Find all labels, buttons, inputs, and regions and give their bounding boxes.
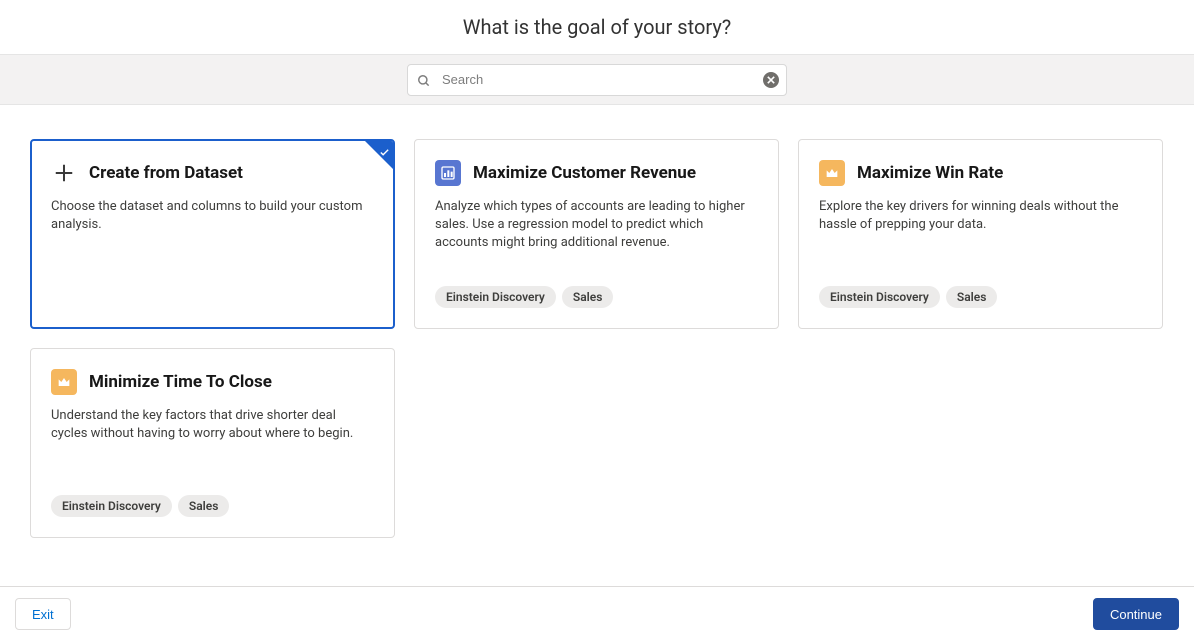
card-title: Maximize Customer Revenue <box>473 163 696 183</box>
chart-icon <box>435 160 461 186</box>
card-title: Create from Dataset <box>89 163 243 183</box>
page-title: What is the goal of your story? <box>463 15 732 39</box>
check-icon <box>379 143 390 162</box>
card-desc: Explore the key drivers for winning deal… <box>819 198 1142 286</box>
card-title: Minimize Time To Close <box>89 372 272 392</box>
card-maximize-customer-revenue[interactable]: Maximize Customer Revenue Analyze which … <box>414 139 779 329</box>
card-maximize-win-rate[interactable]: Maximize Win Rate Explore the key driver… <box>798 139 1163 329</box>
card-tags: Einstein Discovery Sales <box>51 495 374 517</box>
tag: Sales <box>178 495 230 517</box>
card-header: Maximize Customer Revenue <box>435 160 758 186</box>
card-desc: Understand the key factors that drive sh… <box>51 407 374 495</box>
search-icon <box>417 73 431 87</box>
card-desc: Analyze which types of accounts are lead… <box>435 198 758 286</box>
card-title: Maximize Win Rate <box>857 163 1003 183</box>
search-input[interactable] <box>407 64 787 96</box>
plus-icon <box>51 160 77 186</box>
card-minimize-time-to-close[interactable]: Minimize Time To Close Understand the ke… <box>30 348 395 538</box>
card-desc: Choose the dataset and columns to build … <box>51 198 374 308</box>
tag: Sales <box>562 286 614 308</box>
tag: Sales <box>946 286 998 308</box>
card-tags: Einstein Discovery Sales <box>819 286 1142 308</box>
search-wrap <box>407 64 787 96</box>
crown-icon <box>51 369 77 395</box>
tag: Einstein Discovery <box>819 286 940 308</box>
card-header: Create from Dataset <box>51 160 374 186</box>
clear-icon[interactable] <box>763 72 779 88</box>
card-tags: Einstein Discovery Sales <box>435 286 758 308</box>
card-header: Maximize Win Rate <box>819 160 1142 186</box>
footer: Exit Continue <box>0 586 1194 641</box>
card-header: Minimize Time To Close <box>51 369 374 395</box>
header: What is the goal of your story? <box>0 0 1194 55</box>
cards-grid: Create from Dataset Choose the dataset a… <box>0 105 1194 572</box>
search-bar <box>0 55 1194 105</box>
tag: Einstein Discovery <box>435 286 556 308</box>
tag: Einstein Discovery <box>51 495 172 517</box>
crown-icon <box>819 160 845 186</box>
exit-button[interactable]: Exit <box>15 598 71 630</box>
card-create-from-dataset[interactable]: Create from Dataset Choose the dataset a… <box>30 139 395 329</box>
continue-button[interactable]: Continue <box>1093 598 1179 630</box>
